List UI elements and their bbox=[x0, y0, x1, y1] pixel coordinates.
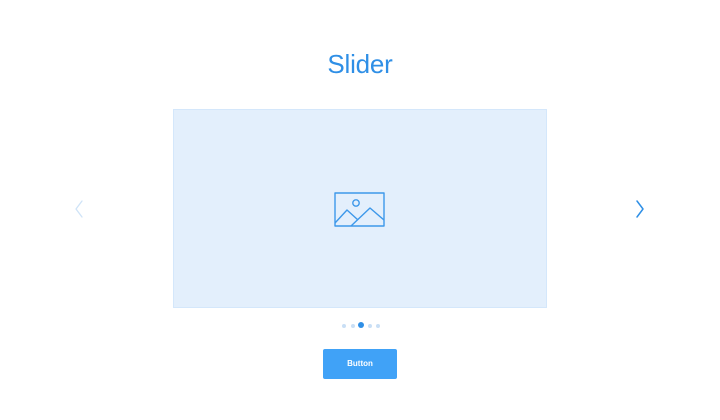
pagination-dot[interactable] bbox=[367, 324, 372, 328]
pagination-dot[interactable] bbox=[350, 324, 355, 328]
slide-pagination-dots bbox=[340, 322, 380, 330]
pagination-dot[interactable] bbox=[342, 324, 346, 328]
pagination-dot-active[interactable] bbox=[358, 322, 364, 328]
image-placeholder-icon bbox=[334, 192, 385, 227]
chevron-left-icon bbox=[75, 200, 83, 218]
page-title: Slider bbox=[327, 49, 393, 79]
primary-button[interactable]: Button bbox=[323, 349, 397, 379]
chevron-right-icon bbox=[636, 200, 644, 218]
slider-page: Slider Button bbox=[0, 0, 720, 420]
next-slide-button[interactable] bbox=[633, 198, 647, 220]
previous-slide-button[interactable] bbox=[72, 198, 86, 220]
pagination-dot[interactable] bbox=[376, 324, 380, 328]
